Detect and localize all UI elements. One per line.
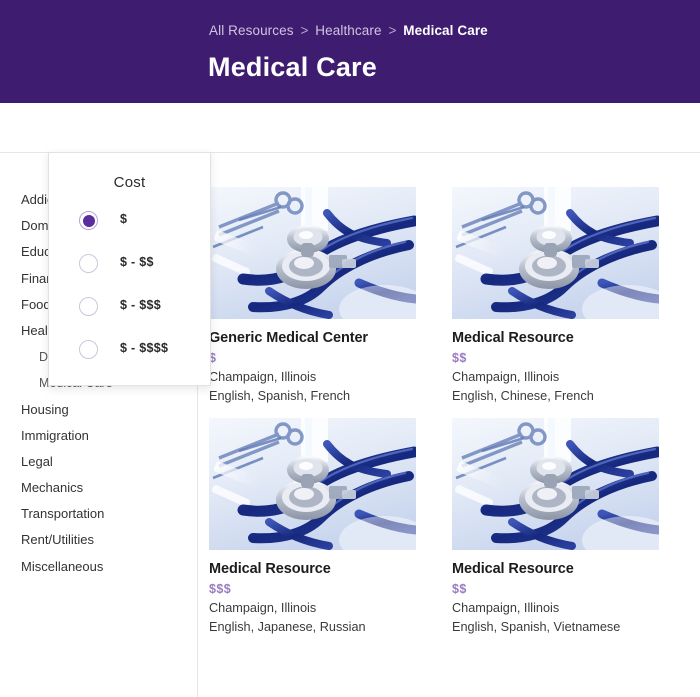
resource-image bbox=[209, 418, 416, 550]
cost-option-1[interactable]: $ - $$ bbox=[49, 250, 210, 286]
resource-image bbox=[452, 187, 659, 319]
cost-option-0[interactable]: $ bbox=[49, 207, 210, 243]
cost-option-label: $ bbox=[120, 212, 128, 226]
cost-option-label: $ - $$ bbox=[120, 255, 154, 269]
page-header: All Resources > Healthcare > Medical Car… bbox=[0, 0, 700, 103]
breadcrumb-item-all-resources[interactable]: All Resources bbox=[209, 23, 294, 38]
cost-option-label: $ - $$$ bbox=[120, 298, 162, 312]
resource-title: Medical Resource bbox=[452, 330, 574, 346]
resource-location: Champaign, Illinois bbox=[209, 370, 317, 384]
sidebar-item-rent-utilities[interactable]: Rent/Utilities bbox=[0, 527, 197, 553]
resource-languages: English, Japanese, Russian bbox=[209, 620, 366, 634]
sidebar-item-mechanics[interactable]: Mechanics bbox=[0, 475, 197, 501]
resource-location: Champaign, Illinois bbox=[209, 601, 317, 615]
resource-title: Medical Resource bbox=[209, 561, 331, 577]
cost-filter-dropdown: Cost $ $ - $$ $ - $$$ $ - $$$$ bbox=[48, 152, 211, 386]
page-title: Medical Care bbox=[208, 52, 377, 82]
radio-button-icon[interactable] bbox=[79, 297, 98, 316]
breadcrumb-separator: > bbox=[388, 23, 397, 38]
radio-button-icon[interactable] bbox=[79, 211, 98, 230]
favorite-heart-icon[interactable] bbox=[629, 427, 648, 445]
resource-languages: English, Chinese, French bbox=[452, 389, 594, 403]
cost-option-2[interactable]: $ - $$$ bbox=[49, 293, 210, 329]
resource-languages: English, Spanish, Vietnamese bbox=[452, 620, 621, 634]
radio-button-icon[interactable] bbox=[79, 254, 98, 273]
cost-dropdown-title: Cost bbox=[113, 174, 146, 191]
radio-button-icon[interactable] bbox=[79, 340, 98, 359]
resource-title: Medical Resource bbox=[452, 561, 574, 577]
results-grid: Generic Medical Center $ Champaign, Illino… bbox=[198, 152, 700, 697]
sidebar-item-miscellaneous[interactable]: Miscellaneous bbox=[0, 554, 197, 580]
resource-card[interactable]: Medical Resource $$ Champaign, Illinois Eng… bbox=[452, 418, 659, 634]
resource-image bbox=[209, 187, 416, 319]
resource-card[interactable]: Medical Resource $$ Champaign, Illinois Eng… bbox=[452, 187, 659, 403]
cost-option-3[interactable]: $ - $$$$ bbox=[49, 336, 210, 372]
breadcrumb-item-healthcare[interactable]: Healthcare bbox=[315, 23, 381, 38]
favorite-heart-icon[interactable] bbox=[386, 196, 405, 214]
favorite-heart-icon[interactable] bbox=[629, 196, 648, 214]
resource-cost: $$ bbox=[452, 582, 467, 596]
cost-option-label: $ - $$$$ bbox=[120, 341, 169, 355]
breadcrumb: All Resources > Healthcare > Medical Car… bbox=[209, 23, 488, 38]
sidebar-item-transportation[interactable]: Transportation bbox=[0, 501, 197, 527]
resource-title: Generic Medical Center bbox=[209, 330, 368, 346]
resource-cost: $$ bbox=[452, 351, 467, 365]
resource-languages: English, Spanish, French bbox=[209, 389, 351, 403]
favorite-heart-icon[interactable] bbox=[386, 427, 405, 445]
resource-cost: $$$ bbox=[209, 582, 232, 596]
sidebar-item-legal[interactable]: Legal bbox=[0, 449, 197, 475]
resource-location: Champaign, Illinois bbox=[452, 370, 560, 384]
breadcrumb-item-medical-care: Medical Care bbox=[403, 23, 488, 38]
filter-bar: Cost Language Location bbox=[0, 103, 700, 245]
resource-card[interactable]: Medical Resource $$$ Champaign, Illinois En… bbox=[209, 418, 416, 634]
sidebar-item-immigration[interactable]: Immigration bbox=[0, 423, 197, 449]
resource-location: Champaign, Illinois bbox=[452, 601, 560, 615]
resource-image bbox=[452, 418, 659, 550]
resource-card[interactable]: Generic Medical Center $ Champaign, Illino… bbox=[209, 187, 416, 403]
breadcrumb-separator: > bbox=[300, 23, 309, 38]
resource-cost: $ bbox=[209, 351, 217, 365]
sidebar-item-housing[interactable]: Housing bbox=[0, 397, 197, 423]
